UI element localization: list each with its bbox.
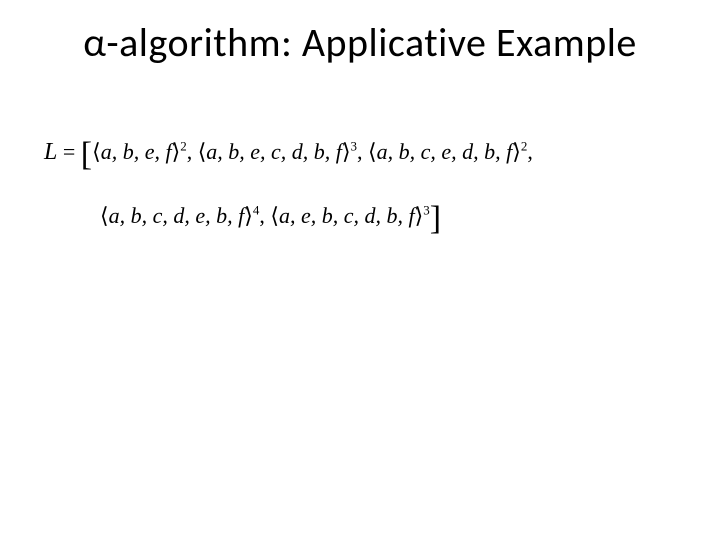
equation-block: L = [⟨a, b, e, f⟩2, ⟨a, b, e, c, d, b, f… bbox=[44, 120, 533, 242]
comma: , bbox=[357, 139, 368, 164]
open-bracket: [ bbox=[81, 136, 92, 173]
close-bracket: ] bbox=[430, 200, 441, 237]
comma: , bbox=[259, 203, 270, 228]
equation-line-2: ⟨a, b, c, d, e, b, f⟩4, ⟨a, e, b, c, d, … bbox=[44, 184, 533, 242]
term-1: ⟨a, b, e, f⟩2 bbox=[92, 139, 187, 164]
slide: α-algorithm: Applicative Example L = [⟨a… bbox=[0, 0, 720, 540]
comma: , bbox=[187, 139, 198, 164]
term-4: ⟨a, b, c, d, e, b, f⟩4 bbox=[100, 203, 259, 228]
term-5: ⟨a, e, b, c, d, b, f⟩3 bbox=[270, 203, 429, 228]
term-3: ⟨a, b, c, e, d, b, f⟩2 bbox=[368, 139, 527, 164]
equation-line-1: L = [⟨a, b, e, f⟩2, ⟨a, b, e, c, d, b, f… bbox=[44, 120, 533, 178]
var-L: L bbox=[44, 139, 57, 165]
slide-title: α-algorithm: Applicative Example bbox=[0, 18, 720, 67]
eq-sign: = bbox=[57, 139, 80, 164]
term-2: ⟨a, b, e, c, d, b, f⟩3 bbox=[198, 139, 357, 164]
comma: , bbox=[527, 139, 533, 164]
